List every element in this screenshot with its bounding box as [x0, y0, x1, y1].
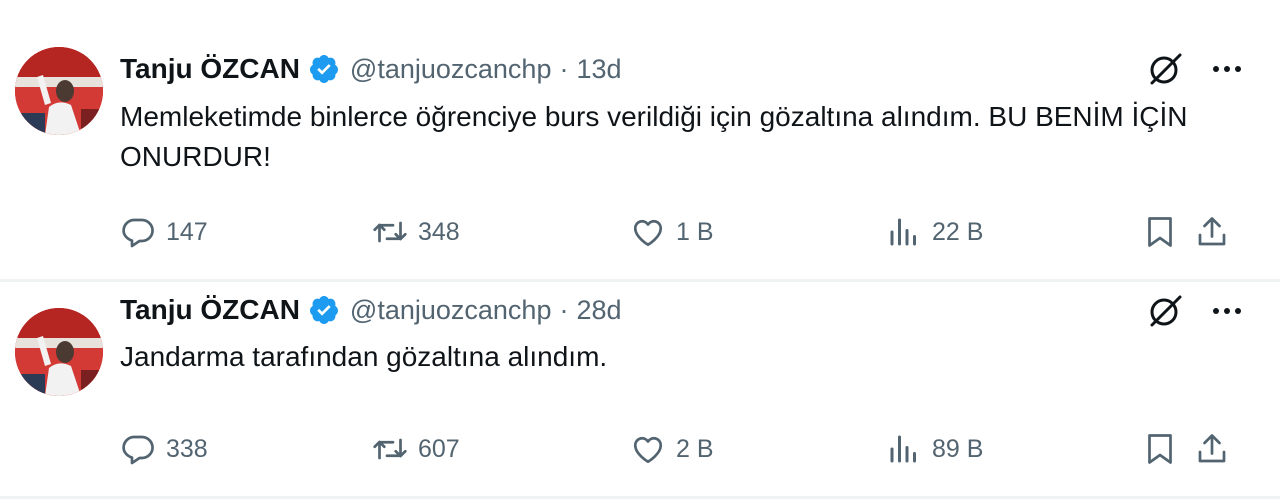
share-button[interactable] — [1194, 429, 1230, 469]
tweet-actions: 338 607 2 B 89 B — [120, 429, 1250, 469]
like-button[interactable]: 1 B — [630, 212, 714, 252]
tweet[interactable]: Tanju ÖZCAN @tanjuozcanchp · 13d Memleke… — [0, 0, 1280, 282]
grok-icon[interactable] — [1146, 292, 1184, 330]
reply-button[interactable]: 338 — [120, 429, 208, 469]
tweet-time[interactable]: 28d — [576, 295, 621, 326]
separator-dot: · — [559, 294, 569, 325]
views-button[interactable]: 89 B — [886, 429, 983, 469]
views-icon — [890, 218, 916, 246]
retweet-count: 348 — [418, 217, 460, 246]
like-button[interactable]: 2 B — [630, 429, 714, 469]
share-icon — [1198, 217, 1226, 246]
tweet-header: Tanju ÖZCAN @tanjuozcanchp · 28d — [120, 290, 622, 330]
tweet-text: Memleketimde binlerce öğrenciye burs ver… — [120, 101, 1188, 172]
bookmark-icon — [1148, 217, 1172, 247]
author-handle[interactable]: @tanjuozcanchp — [350, 295, 552, 326]
share-button[interactable] — [1194, 212, 1230, 252]
retweet-button[interactable]: 348 — [372, 212, 460, 252]
reply-count: 147 — [166, 217, 208, 246]
author-handle[interactable]: @tanjuozcanchp — [350, 54, 552, 85]
more-icon[interactable] — [1212, 307, 1242, 315]
tweet-header: Tanju ÖZCAN @tanjuozcanchp · 13d — [120, 49, 622, 89]
tweet[interactable]: Tanju ÖZCAN @tanjuozcanchp · 28d Jandarm… — [0, 282, 1280, 499]
retweet-count: 607 — [418, 434, 460, 463]
verified-badge-icon — [309, 296, 338, 324]
views-button[interactable]: 22 B — [886, 212, 983, 252]
like-count: 1 B — [676, 217, 714, 246]
share-icon — [1198, 434, 1226, 463]
views-count: 89 B — [932, 434, 984, 463]
tweet-text: Jandarma tarafından gözaltına alındım. — [120, 341, 608, 372]
views-count: 22 B — [932, 217, 984, 246]
reply-icon — [122, 435, 154, 465]
like-icon — [633, 219, 663, 247]
views-icon — [890, 435, 916, 463]
retweet-icon — [373, 221, 407, 243]
avatar[interactable] — [15, 47, 103, 135]
avatar[interactable] — [15, 308, 103, 396]
more-icon[interactable] — [1212, 65, 1242, 73]
like-count: 2 B — [676, 434, 714, 463]
reply-count: 338 — [166, 434, 208, 463]
verified-badge-icon — [309, 55, 338, 83]
tweet-actions: 147 348 1 B 22 B — [120, 212, 1250, 252]
grok-icon[interactable] — [1146, 50, 1184, 88]
tweet-time[interactable]: 13d — [576, 54, 621, 85]
separator-dot: · — [559, 53, 569, 84]
bookmark-button[interactable] — [1142, 429, 1178, 469]
like-icon — [633, 436, 663, 464]
bookmark-icon — [1148, 434, 1172, 464]
author-name[interactable]: Tanju ÖZCAN — [120, 53, 300, 85]
retweet-icon — [373, 438, 407, 460]
author-name[interactable]: Tanju ÖZCAN — [120, 294, 300, 326]
reply-icon — [122, 218, 154, 248]
retweet-button[interactable]: 607 — [372, 429, 460, 469]
bookmark-button[interactable] — [1142, 212, 1178, 252]
reply-button[interactable]: 147 — [120, 212, 208, 252]
